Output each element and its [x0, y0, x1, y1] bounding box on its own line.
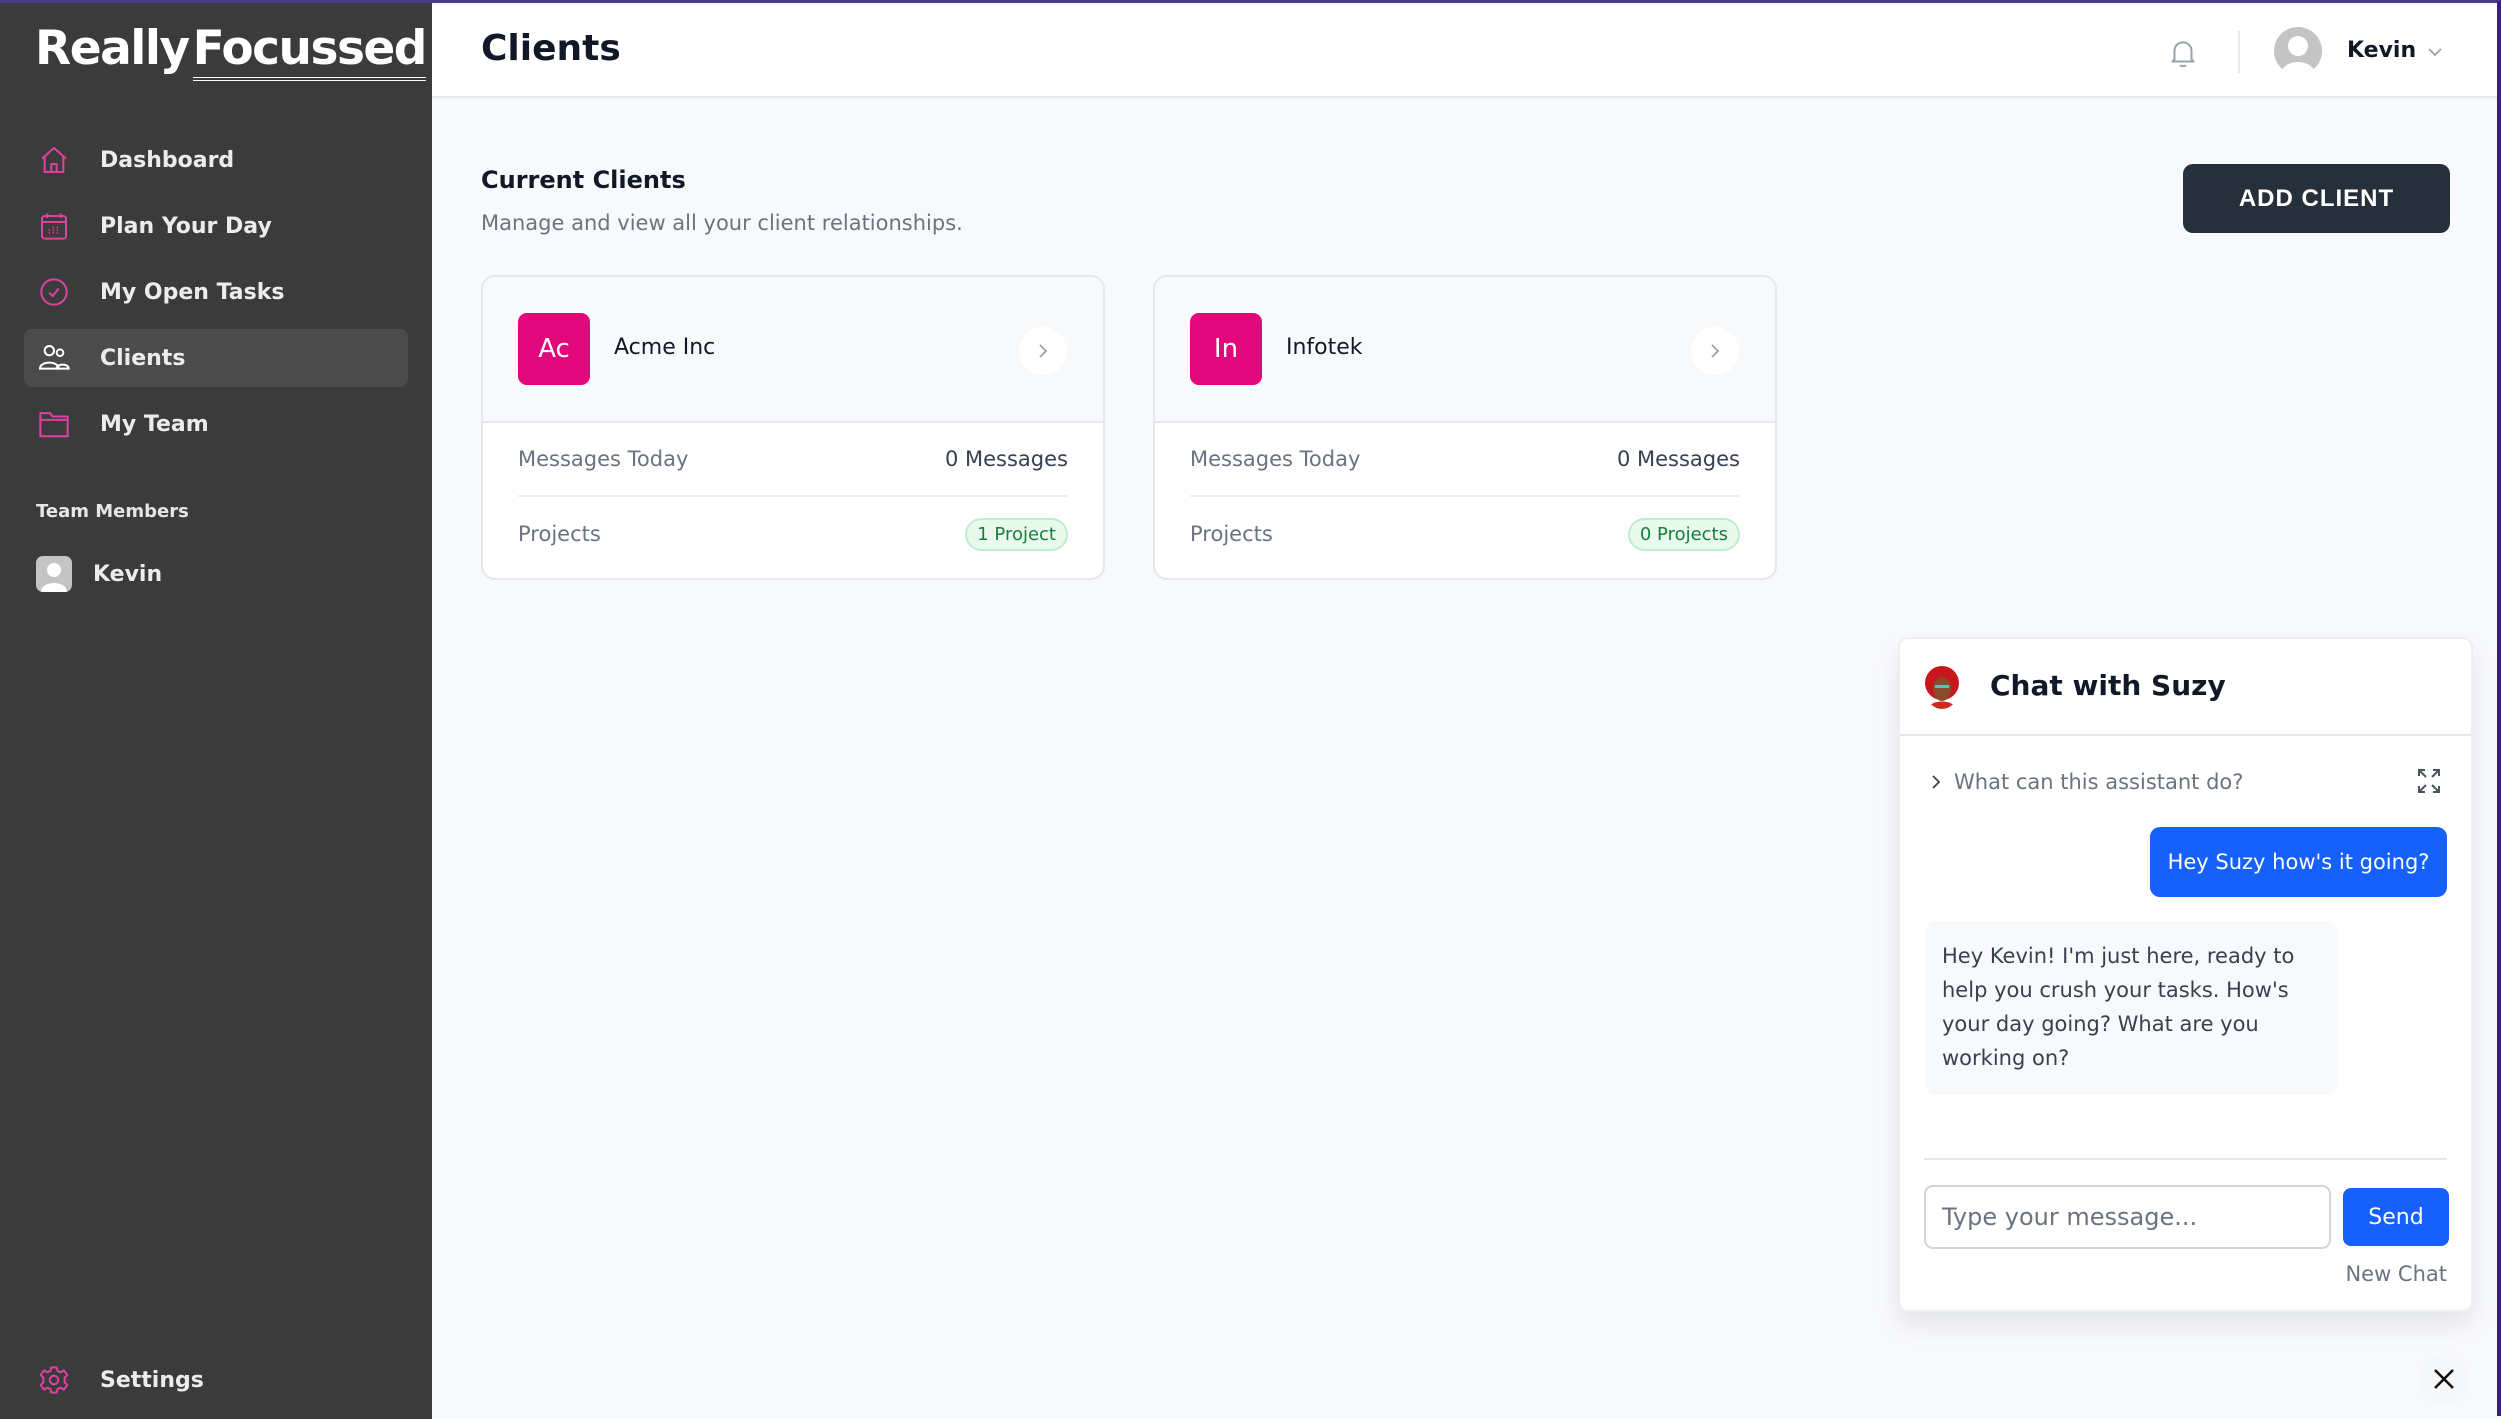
- chat-title: Chat with Suzy: [1990, 669, 2226, 702]
- team-member-kevin[interactable]: Kevin: [36, 556, 162, 592]
- app-window: ReallyFocussed Dashboard Plan Your Day M…: [0, 0, 2501, 1419]
- section-title: Current Clients: [481, 166, 686, 194]
- sidebar-item-label: Settings: [100, 1367, 204, 1393]
- messages-label: Messages Today: [1190, 447, 1361, 471]
- messages-value: 0 Messages: [1616, 447, 1740, 471]
- sidebar: ReallyFocussed Dashboard Plan Your Day M…: [0, 3, 432, 1419]
- sidebar-item-label: My Team: [100, 411, 209, 437]
- sidebar-item-settings[interactable]: Settings: [24, 1351, 408, 1409]
- new-chat-link[interactable]: New Chat: [2345, 1262, 2447, 1286]
- projects-label: Projects: [1190, 522, 1273, 546]
- check-circle-icon: [37, 275, 71, 309]
- header-divider: [2238, 31, 2240, 73]
- sidebar-item-my-team[interactable]: My Team: [24, 395, 408, 453]
- home-icon: [37, 143, 71, 177]
- client-card-header: In Infotek: [1155, 277, 1775, 423]
- team-members-heading: Team Members: [36, 501, 189, 522]
- sidebar-item-label: Clients: [100, 345, 186, 371]
- client-card-acme-inc[interactable]: Ac Acme Inc Messages Today 0 Messages Pr…: [481, 275, 1105, 580]
- messages-label: Messages Today: [518, 447, 689, 471]
- chat-panel: Chat with Suzy What can this assistant d…: [1898, 637, 2473, 1312]
- assistant-help-label: What can this assistant do?: [1954, 770, 2244, 794]
- chevron-down-icon[interactable]: [2426, 44, 2444, 58]
- users-icon: [37, 341, 71, 375]
- section-subtitle: Manage and view all your client relation…: [481, 211, 963, 235]
- sidebar-item-my-open-tasks[interactable]: My Open Tasks: [24, 263, 408, 321]
- projects-row: Projects 0 Projects: [1190, 497, 1740, 571]
- messages-row: Messages Today 0 Messages: [1190, 423, 1740, 497]
- chevron-right-icon: [1932, 775, 1941, 789]
- expand-icon[interactable]: [2417, 768, 2441, 794]
- sidebar-item-label: My Open Tasks: [100, 279, 285, 305]
- bell-icon[interactable]: [2166, 35, 2200, 71]
- sidebar-item-clients[interactable]: Clients: [24, 329, 408, 387]
- sidebar-item-label: Dashboard: [100, 147, 235, 173]
- page-title: Clients: [481, 28, 621, 69]
- chat-message-user: Hey Suzy how's it going?: [2150, 827, 2447, 897]
- chat-divider: [1924, 1158, 2447, 1160]
- assistant-avatar: [1924, 665, 1960, 709]
- client-avatar: In: [1190, 313, 1262, 385]
- sidebar-item-plan-your-day[interactable]: Plan Your Day: [24, 197, 408, 255]
- client-name[interactable]: Acme Inc: [614, 335, 715, 360]
- client-card-infotek[interactable]: In Infotek Messages Today 0 Messages Pro…: [1153, 275, 1777, 580]
- projects-badge: 0 Projects: [1627, 517, 1740, 551]
- chat-message-assistant: Hey Kevin! I'm just here, ready to help …: [1926, 921, 2337, 1095]
- close-icon: [2434, 1369, 2454, 1389]
- client-card-header: Ac Acme Inc: [483, 277, 1103, 423]
- calendar-icon: [37, 209, 71, 243]
- chat-message-input[interactable]: [1924, 1185, 2331, 1249]
- assistant-help-toggle[interactable]: What can this assistant do?: [1930, 770, 2243, 794]
- client-name[interactable]: Infotek: [1286, 335, 1363, 360]
- folder-icon: [37, 407, 71, 441]
- brand-part2: Focussed: [192, 21, 427, 81]
- user-name[interactable]: Kevin: [2347, 38, 2416, 63]
- avatar: [36, 556, 72, 592]
- projects-row: Projects 1 Project: [518, 497, 1068, 571]
- sidebar-item-dashboard[interactable]: Dashboard: [24, 131, 408, 189]
- brand-logo[interactable]: ReallyFocussed: [35, 21, 427, 81]
- send-button[interactable]: Send: [2343, 1188, 2449, 1246]
- sidebar-item-label: Plan Your Day: [100, 213, 272, 239]
- client-avatar: Ac: [518, 313, 590, 385]
- projects-label: Projects: [518, 522, 601, 546]
- messages-row: Messages Today 0 Messages: [518, 423, 1068, 497]
- projects-badge: 1 Project: [965, 517, 1068, 551]
- messages-value: 0 Messages: [944, 447, 1068, 471]
- user-avatar[interactable]: [2274, 27, 2322, 75]
- chevron-right-icon[interactable]: [1691, 327, 1739, 375]
- top-header: Clients Kevin: [432, 6, 2497, 98]
- team-member-name: Kevin: [93, 561, 163, 587]
- close-chat-button[interactable]: [2418, 1353, 2470, 1405]
- gear-icon: [37, 1363, 71, 1397]
- add-client-button[interactable]: ADD CLIENT: [2183, 164, 2450, 233]
- brand-part1: Really: [35, 21, 190, 76]
- chat-header: Chat with Suzy: [1900, 639, 2471, 736]
- chevron-right-icon[interactable]: [1019, 327, 1067, 375]
